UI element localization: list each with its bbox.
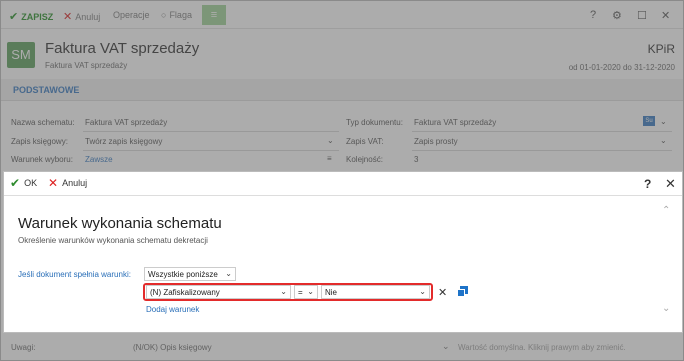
condition-value-select[interactable]: Nie ⌄ xyxy=(321,285,430,299)
chevron-up-icon[interactable]: ⌃ xyxy=(662,205,670,216)
dialog-toolbar: ✔ OK ✕ Anuluj ? ✕ xyxy=(4,172,682,196)
add-condition-link[interactable]: Dodaj warunek xyxy=(146,305,199,314)
remove-condition-icon[interactable]: ✕ xyxy=(438,286,447,299)
dialog-title: Warunek wykonania schematu xyxy=(18,215,222,232)
chevron-down-icon: ⌄ xyxy=(419,287,426,296)
condition-field-select[interactable]: (N) Zafiskalizowany ⌄ xyxy=(146,285,291,299)
condition-mode-select[interactable]: Wszystkie poniższe ⌄ xyxy=(144,267,236,281)
dialog-description: Określenie warunków wykonania schematu d… xyxy=(18,236,208,245)
copy-condition-icon[interactable] xyxy=(457,286,469,298)
chevron-down-icon: ⌄ xyxy=(280,287,287,296)
condition-operator-select[interactable]: = ⌄ xyxy=(294,285,318,299)
check-icon: ✔ xyxy=(10,176,21,190)
chevron-down-icon[interactable]: ⌄ xyxy=(662,303,670,314)
window: ✔ ZAPISZ ✕ Anuluj Operacje ○ Flaga ≡ ? ⚙… xyxy=(0,0,684,361)
chevron-down-icon: ⌄ xyxy=(225,269,232,278)
condition-mode-label: Jeśli dokument spełnia warunki: xyxy=(18,270,131,279)
help-icon[interactable]: ? xyxy=(644,177,651,191)
ok-button[interactable]: ✔ OK xyxy=(10,176,37,190)
condition-dialog: ✔ OK ✕ Anuluj ? ✕ ⌃ Warunek wykonania sc… xyxy=(3,171,683,333)
close-icon: ✕ xyxy=(48,176,59,190)
chevron-down-icon: ⌄ xyxy=(307,287,314,296)
dialog-close-icon[interactable]: ✕ xyxy=(665,176,676,192)
cancel-button[interactable]: ✕ Anuluj xyxy=(48,176,87,190)
